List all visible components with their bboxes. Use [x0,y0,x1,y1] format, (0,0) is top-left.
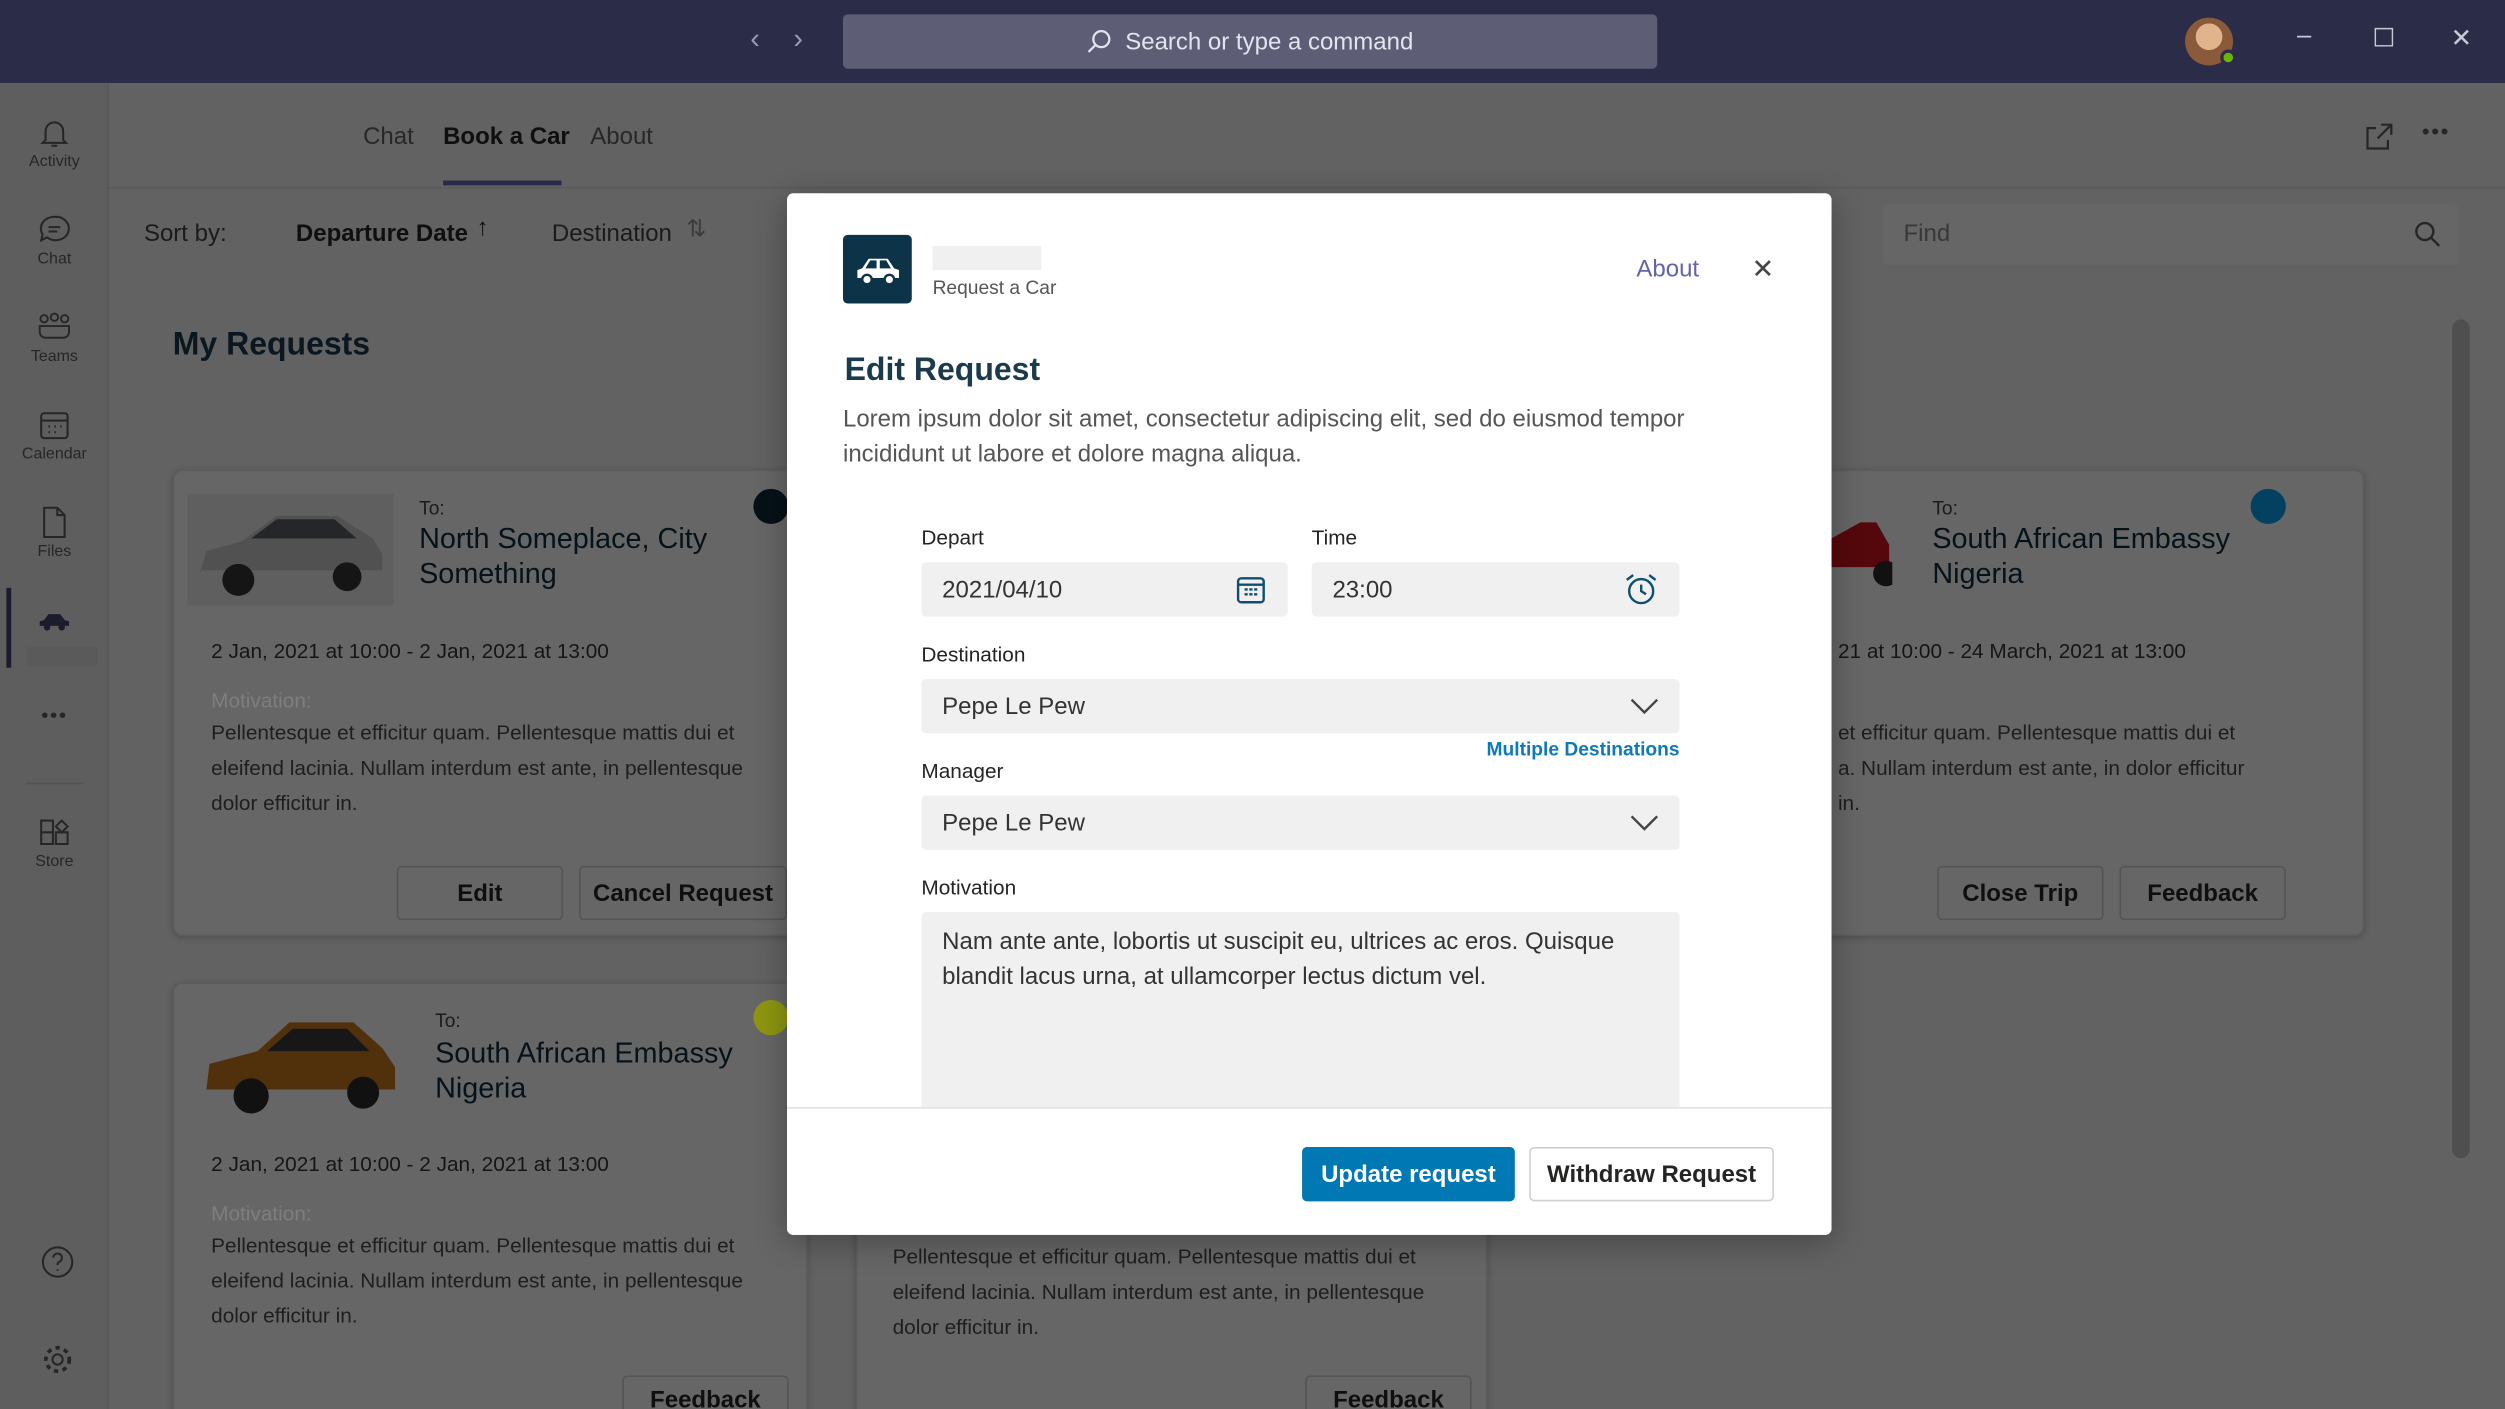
rail-item-chat[interactable]: Chat [0,212,109,268]
withdraw-request-button[interactable]: Withdraw Request [1529,1147,1774,1202]
dialog-title: Edit Request [844,353,1041,389]
status-dot [753,488,789,524]
feedback-button[interactable]: Feedback [622,1375,789,1409]
car-icon [39,614,70,631]
rail-item-activity[interactable]: Activity [0,115,109,171]
chevron-down-icon [1630,815,1659,831]
car-image [206,1022,396,1114]
help-icon[interactable] [40,1244,75,1279]
sort-departure-date[interactable]: Departure Date [296,220,468,247]
status-dot [753,1000,789,1036]
find-input[interactable]: Find [1882,204,2459,266]
presence-badge [2220,49,2237,66]
close-trip-button[interactable]: Close Trip [1937,865,2104,921]
settings-icon[interactable] [40,1342,75,1377]
rail-item-files[interactable]: Files [0,505,109,561]
about-link[interactable]: About [1636,256,1699,283]
rail-item-store[interactable]: Store [0,815,109,871]
motivation-text: Pellentesque et efficitur quam. Pellente… [211,1233,743,1328]
car-icon [856,257,899,285]
store-icon [40,819,70,846]
alarm-clock-icon[interactable] [1624,572,1659,607]
update-request-button[interactable]: Update request [1302,1147,1515,1202]
destination-title: South African Embassy Nigeria [435,1036,733,1104]
active-tab-underline [443,180,562,186]
dialog-description: Lorem ipsum dolor sit amet, consectetur … [842,405,1685,469]
scrollbar[interactable] [2452,319,2470,1159]
feedback-button[interactable]: Feedback [2119,865,2286,921]
time-input[interactable]: 23:00 [1311,562,1680,617]
minimize-button[interactable]: – [2297,22,2311,51]
maximize-button[interactable]: ☐ [2372,22,2395,54]
app-rail [0,83,109,1409]
multiple-destinations-link[interactable]: Multiple Destinations [1487,738,1680,760]
depart-date-input[interactable]: 2021/04/10 [921,562,1288,617]
feedback-button[interactable]: Feedback [1305,1375,1472,1409]
car-image [187,493,394,606]
calendar-icon[interactable] [1235,574,1267,606]
calendar-icon [40,412,69,440]
rail-label-placeholder [27,646,98,667]
popout-icon[interactable] [2366,123,2393,150]
sort-label: Sort by: [143,220,227,248]
teams-icon [38,312,71,339]
forward-button[interactable]: › [793,22,803,56]
tab-about[interactable]: About [590,123,653,150]
search-placeholder: Search or type a command [1125,27,1414,56]
rail-divider [25,782,84,785]
more-options-icon[interactable]: ••• [2422,118,2450,144]
close-icon[interactable]: ✕ [1752,254,1775,286]
search-icon [1088,30,1112,53]
sort-destination[interactable]: Destination [552,220,672,247]
app-name-placeholder [932,246,1042,270]
app-name: Request a Car [932,276,1057,299]
rail-item-teams[interactable]: Teams [0,310,109,366]
trip-dates: 2 Jan, 2021 at 10:00 - 2 Jan, 2021 at 13… [211,639,609,663]
rail-item-book-a-car[interactable] [0,604,109,639]
destination-title: North Someplace, City Something [419,522,708,590]
trip-dates: 21 at 10:00 - 24 March, 2021 at 13:00 [1837,639,2186,663]
file-icon [43,506,66,539]
chat-icon [39,215,70,243]
manager-select[interactable]: Pepe Le Pew [921,795,1680,850]
app-logo [842,234,912,304]
destination-select[interactable]: Pepe Le Pew [921,678,1680,734]
destination-title: South African Embassy Nigeria [1932,522,2230,590]
command-search[interactable]: Search or type a command [842,14,1658,69]
tab-chat[interactable]: Chat [363,123,414,150]
request-card: To: South African Embassy Nigeria 2 Jan,… [172,982,808,1409]
motivation-text: et efficitur quam. Pellentesque mattis d… [1837,720,2245,815]
request-card: To: North Someplace, City Something 2 Ja… [172,469,808,937]
rail-item-calendar[interactable]: Calendar [0,407,109,463]
cancel-request-button[interactable]: Cancel Request [579,865,788,921]
motivation-textarea[interactable]: Nam ante ante, lobortis ut suscipit eu, … [921,912,1680,1136]
motivation-text: Pellentesque et efficitur quam. Pellente… [892,1244,1425,1339]
page-title: My Requests [172,327,371,363]
more-apps-button[interactable]: ••• [0,703,109,727]
close-window-button[interactable]: ✕ [2451,22,2472,54]
sort-toggle-icon[interactable]: ⇅ [686,214,706,243]
back-button[interactable]: ‹ [750,22,760,56]
bell-icon [40,121,69,147]
trip-dates: 2 Jan, 2021 at 10:00 - 2 Jan, 2021 at 13… [211,1151,609,1176]
sort-ascending-icon[interactable]: ↑ [477,214,489,241]
motivation-text: Pellentesque et efficitur quam. Pellente… [211,720,743,815]
edit-request-dialog: Request a Car About ✕ Edit Request Lorem… [787,193,1832,1235]
find-search-icon[interactable] [2414,220,2441,247]
edit-button[interactable]: Edit [396,865,564,921]
teams-window: ‹ › Search or type a command – ☐ ✕ Activ… [0,0,2505,1409]
status-dot [2250,488,2286,524]
chevron-down-icon [1630,698,1659,715]
tab-book-a-car[interactable]: Book a Car [443,123,570,150]
